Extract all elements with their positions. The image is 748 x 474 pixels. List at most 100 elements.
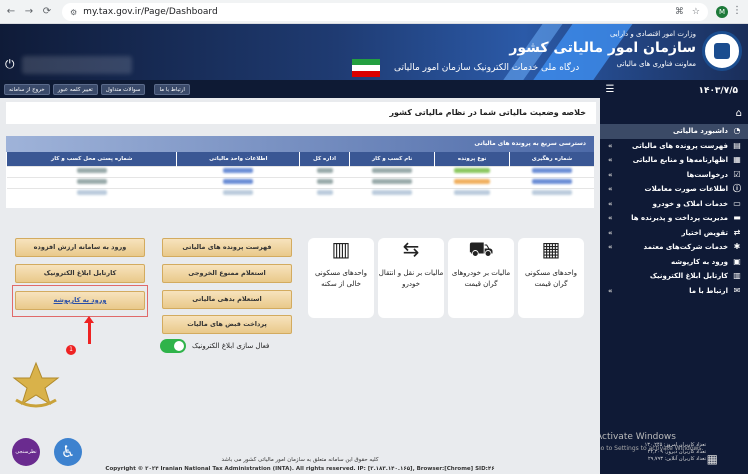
info-icon: ⓘ — [733, 184, 741, 194]
column-header: نام کسب و کار — [348, 152, 435, 166]
power-icon[interactable]: ⏻ — [5, 57, 19, 71]
back-icon[interactable]: ← — [4, 6, 18, 17]
table-cell-blurred — [434, 176, 510, 188]
car-icon: ⛟ — [468, 237, 494, 261]
e-notice-toggle[interactable] — [160, 339, 186, 353]
contact-button[interactable]: ارتباط با ما — [154, 83, 190, 95]
forward-icon[interactable]: → — [22, 6, 36, 17]
sidebar-item-label: تقویض اختیار — [681, 228, 729, 237]
table-heading: دسترسی سریع به پرونده های مالیاتی — [6, 136, 594, 152]
profile-avatar[interactable]: M — [716, 6, 728, 18]
user-counts: تعداد کاربران امروز: ۱۳۰,۲۴۵ تعداد کاربر… — [645, 442, 706, 463]
sidebar-item-workfolder[interactable]: ورود به کارپوشه ▣ — [600, 255, 748, 270]
table-cell-blurred — [6, 176, 177, 188]
sidebar-item-label: درخواست‌ها — [686, 170, 728, 179]
table-cell-blurred — [299, 165, 350, 177]
chevron-icon: « — [608, 214, 613, 223]
table-cell-blurred — [349, 187, 435, 199]
apartment-icon: ▥ — [331, 237, 351, 261]
table-row[interactable] — [6, 187, 594, 199]
reload-icon[interactable]: ⟳ — [40, 6, 54, 17]
chevron-icon: « — [608, 199, 613, 208]
site-info-icon[interactable]: ⚙ — [70, 8, 77, 17]
annotation-badge: 1 — [66, 345, 76, 355]
column-header: اداره کل — [299, 152, 350, 166]
tile-label: واحدهای مسکونی گران قیمت — [524, 269, 578, 288]
tile-car-transfer[interactable]: ⇆ مالیات بر نقل و انتقال خودرو — [378, 238, 444, 318]
sidebar-item-transactions[interactable]: « اطلاعات صورت معاملات ⓘ — [600, 182, 748, 197]
home-icon[interactable]: ⌂ — [736, 108, 742, 119]
tile-vacant-housing[interactable]: ▥ واحدهای مسکونی خالی از سکنه — [308, 238, 374, 318]
accessibility-icon[interactable]: ♿ — [54, 438, 82, 466]
sidebar-item-label: ارتباط با ما — [689, 286, 728, 295]
sidebar-item-label: خدمات املاک و خودرو — [652, 199, 728, 208]
table-cell-blurred — [434, 187, 510, 199]
table-cell-blurred — [299, 187, 350, 199]
bookmark-star-icon[interactable]: ☆ — [692, 7, 700, 17]
top-toolbar: خروج از سامانه تغییر کلمه عبور سوالات مت… — [0, 80, 600, 98]
sidebar-item-label: کارتابل ابلاغ الکترونیک — [649, 272, 728, 281]
sidebar: ☰ ۱۴۰۳/۷/۵ ⌂ داشبورد مالیاتی ◔ « فهرست پرو… — [596, 80, 748, 474]
sidebar-item-payments[interactable]: « مدیریت پرداخت و پذیرنده ها ▬ — [600, 211, 748, 226]
sidebar-item-dashboard[interactable]: داشبورد مالیاتی ◔ — [600, 124, 748, 139]
sidebar-item-delegation[interactable]: « تقویض اختیار ⇄ — [600, 226, 748, 241]
table-cell-blurred — [299, 176, 350, 188]
chevron-icon: « — [608, 228, 613, 237]
table-header-row: شماره رهگیری نوع پرونده نام کسب و کار اد… — [5, 152, 594, 166]
vat-system-button[interactable]: ورود به سامانه ارزش افزوده — [15, 238, 145, 257]
sidebar-item-contact[interactable]: « ارتباط با ما ✉ — [600, 284, 748, 299]
count-online: تعداد کاربران آنلاین: ۲۹,۷۹۳ — [647, 456, 706, 462]
sidebar-item-property-services[interactable]: « خدمات املاک و خودرو ▭ — [600, 197, 748, 212]
table-cell-blurred — [6, 187, 177, 199]
table-cell-blurred — [509, 176, 594, 188]
url-text: my.tax.gov.ir/Page/Dashboard — [83, 7, 218, 17]
table-cell-blurred — [176, 165, 300, 177]
address-bar[interactable]: ⚙ my.tax.gov.ir/Page/Dashboard ⌘ ☆ — [62, 3, 708, 21]
logout-button[interactable]: خروج از سامانه — [4, 83, 50, 95]
faq-button[interactable]: سوالات متداول — [100, 83, 146, 95]
sidebar-menu: داشبورد مالیاتی ◔ « فهرست پرونده های مالیا… — [600, 124, 748, 298]
sidebar-item-label: فهرست پرونده های مالیاتی — [632, 141, 728, 150]
portal-title: درگاه ملی خدمات الکترونیک سازمان امور ما… — [394, 63, 580, 73]
sidebar-item-e-notice[interactable]: کارتابل ابلاغ الکترونیک ▥ — [600, 269, 748, 284]
table-row[interactable] — [6, 165, 594, 177]
tax-files-table: شماره رهگیری نوع پرونده نام کسب و کار اد… — [5, 152, 594, 199]
annotation-arrow — [84, 316, 94, 344]
column-header: شماره پستی محل کسب و کار — [5, 152, 177, 166]
tax-files-list-button[interactable]: فهرست پرونده های مالیاتی — [162, 238, 292, 257]
exit-ban-inquiry-button[interactable]: استعلام ممنوع الخروجی — [162, 264, 292, 283]
count-today: تعداد کاربران امروز: ۱۳۰,۲۴۵ — [644, 442, 706, 448]
sidebar-item-trusted-companies[interactable]: « خدمات شرکت‌های معتمد ✱ — [600, 240, 748, 255]
header-banner: وزارت امور اقتصادی و دارایی سازمان امور … — [0, 24, 748, 80]
tile-luxury-housing[interactable]: ▦ واحدهای مسکونی گران قیمت — [518, 238, 584, 318]
delegate-icon: ⇄ — [733, 227, 741, 237]
sidebar-item-tax-files[interactable]: « فهرست پرونده های مالیاتی ▤ — [600, 139, 748, 154]
sidebar-item-requests[interactable]: « درخواست‌ها ☑ — [600, 168, 748, 183]
change-password-button[interactable]: تغییر کلمه عبور — [52, 83, 98, 95]
pay-tax-bills-button[interactable]: پرداخت قبض های مالیات — [162, 315, 292, 334]
table-row[interactable] — [6, 176, 594, 188]
sidebar-item-declarations[interactable]: « اظهارنامه‌ها و منابع مالیاتی ▦ — [600, 153, 748, 168]
chevron-icon: « — [608, 156, 613, 165]
translate-icon[interactable]: ⌘ — [675, 7, 684, 17]
gear-icon: ✱ — [733, 242, 741, 252]
toggle-label: فعال سازی ابلاغ الکترونیک — [192, 342, 270, 350]
windows-activation-watermark: Activate Windows — [596, 432, 676, 442]
tile-luxury-cars[interactable]: ⛟ مالیات بر خودروهای گران قیمت — [448, 238, 514, 318]
footer-rights: کلیه حقوق این سامانه متعلق به سازمان امو… — [221, 457, 379, 463]
sidebar-item-label: خدمات شرکت‌های معتمد — [643, 243, 728, 252]
hamburger-icon[interactable]: ☰ — [604, 84, 616, 96]
sidebar-item-label: داشبورد مالیاتی — [673, 127, 728, 136]
count-yesterday: تعداد کاربران دیروز: ۲۲,۲۰۹ — [647, 449, 706, 455]
building-icon: ▦ — [541, 237, 561, 261]
tax-debt-inquiry-button[interactable]: استعلام بدهی مالیاتی — [162, 290, 292, 309]
chevron-icon: « — [608, 243, 613, 252]
browser-menu-icon[interactable]: ⋮ — [732, 5, 742, 16]
survey-button[interactable]: نظرسنجی — [12, 438, 40, 466]
table-cell-blurred — [509, 165, 594, 177]
e-notice-inbox-button[interactable]: کارتابل ابلاغ الکترونیک — [15, 264, 145, 283]
service-tiles: ▦ واحدهای مسکونی گران قیمت ⛟ مالیات بر خود… — [308, 238, 584, 318]
tile-label: واحدهای مسکونی خالی از سکنه — [314, 269, 368, 288]
sidebar-item-label: اظهارنامه‌ها و منابع مالیاتی — [632, 156, 728, 165]
workfolder-login-button[interactable]: ورود به کارپوشه — [15, 291, 145, 310]
